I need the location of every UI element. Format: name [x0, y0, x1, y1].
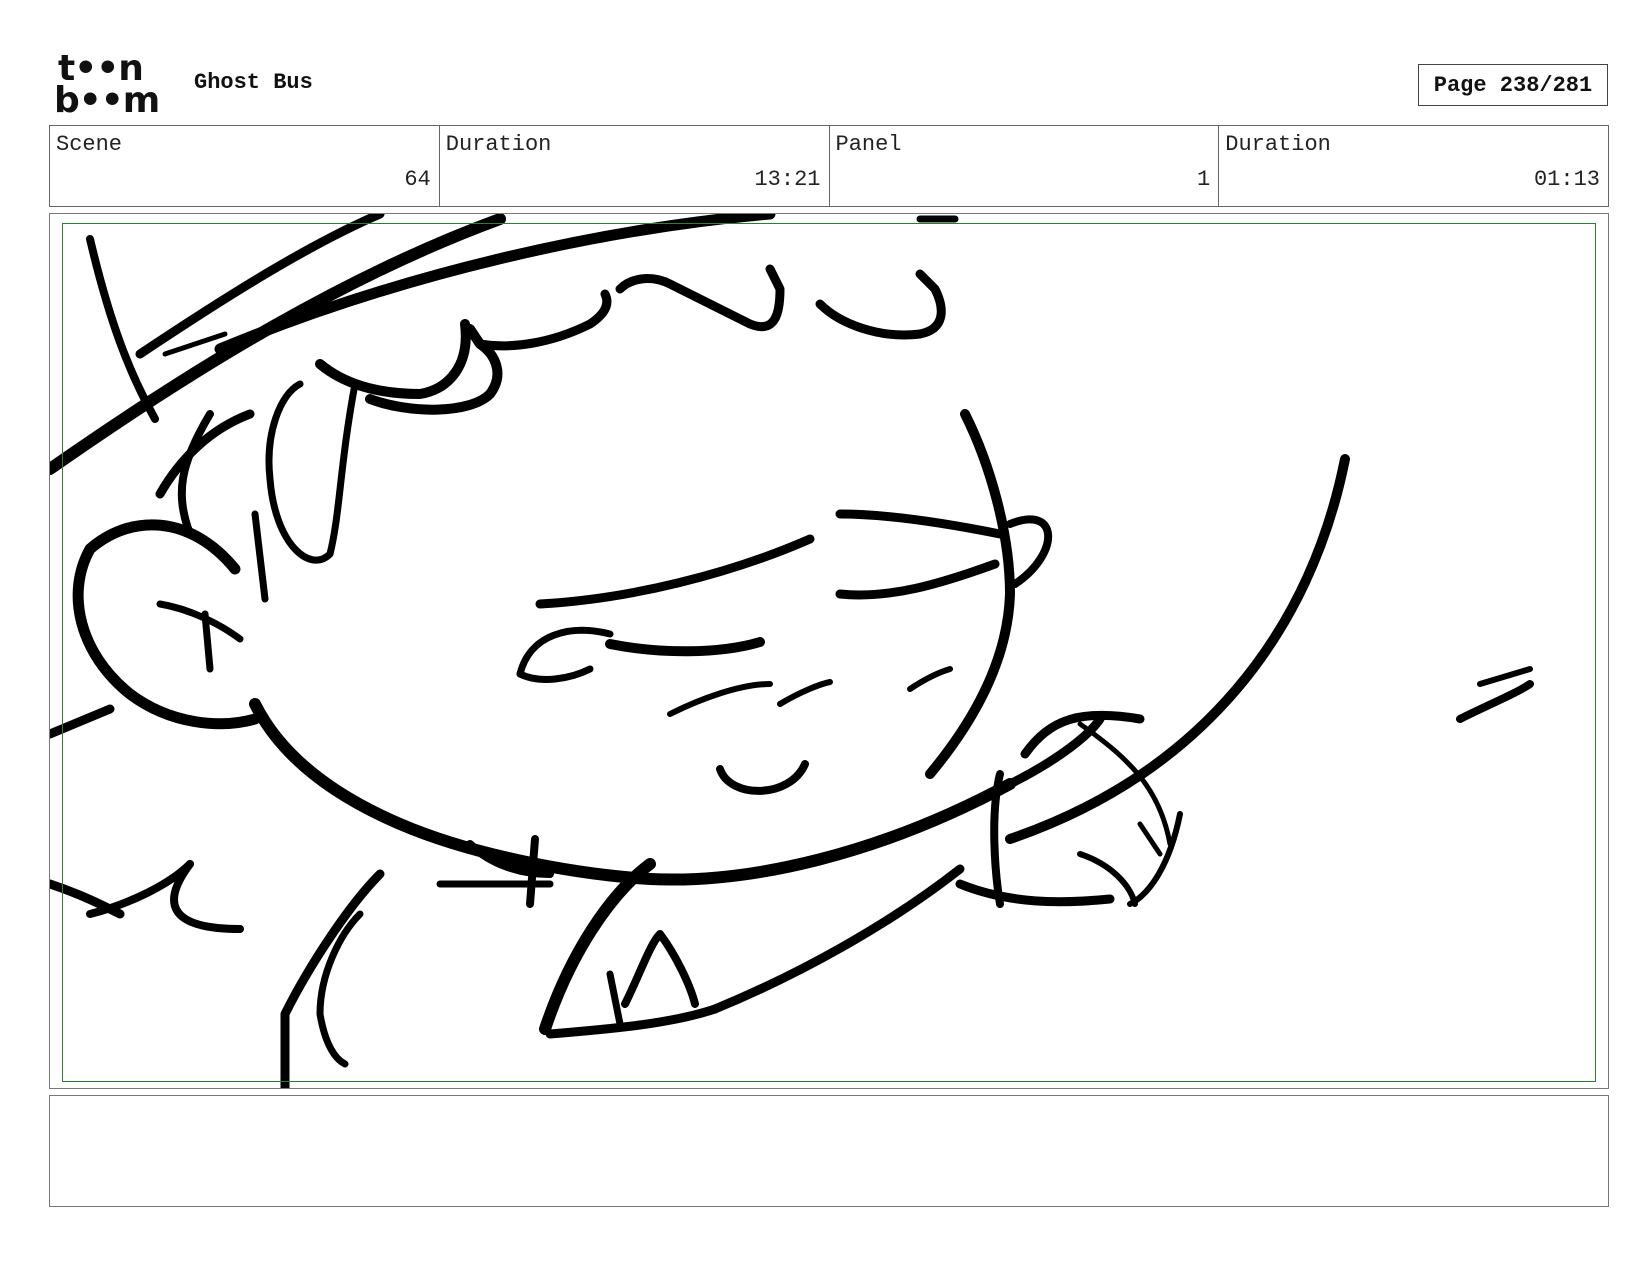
scene-label: Scene	[56, 132, 123, 157]
panel-cell: Panel 1	[830, 126, 1220, 206]
scene-duration-label: Duration	[445, 132, 552, 157]
scene-cell: Scene 64	[50, 126, 440, 206]
scene-value: 64	[404, 167, 431, 192]
storyboard-panel[interactable]	[49, 213, 1609, 1089]
project-title: Ghost Bus	[194, 70, 313, 95]
panel-notes-area[interactable]	[49, 1095, 1609, 1207]
page-indicator: Page 238/281	[1418, 64, 1608, 106]
panel-label: Panel	[835, 132, 902, 157]
scene-info-table: Scene 64 Duration 13:21 Panel 1 Duration…	[49, 125, 1609, 207]
logo-line-2: b••m	[54, 80, 160, 121]
scene-duration-value: 13:21	[754, 167, 821, 192]
panel-duration-label: Duration	[1225, 132, 1331, 157]
panel-duration-cell: Duration 01:13	[1219, 126, 1608, 206]
toonboom-logo: t••n b••m	[54, 51, 172, 121]
panel-sketch	[50, 214, 1534, 1088]
panel-value: 1	[1197, 167, 1211, 192]
scene-duration-cell: Duration 13:21	[440, 126, 830, 206]
panel-duration-value: 01:13	[1533, 167, 1600, 192]
